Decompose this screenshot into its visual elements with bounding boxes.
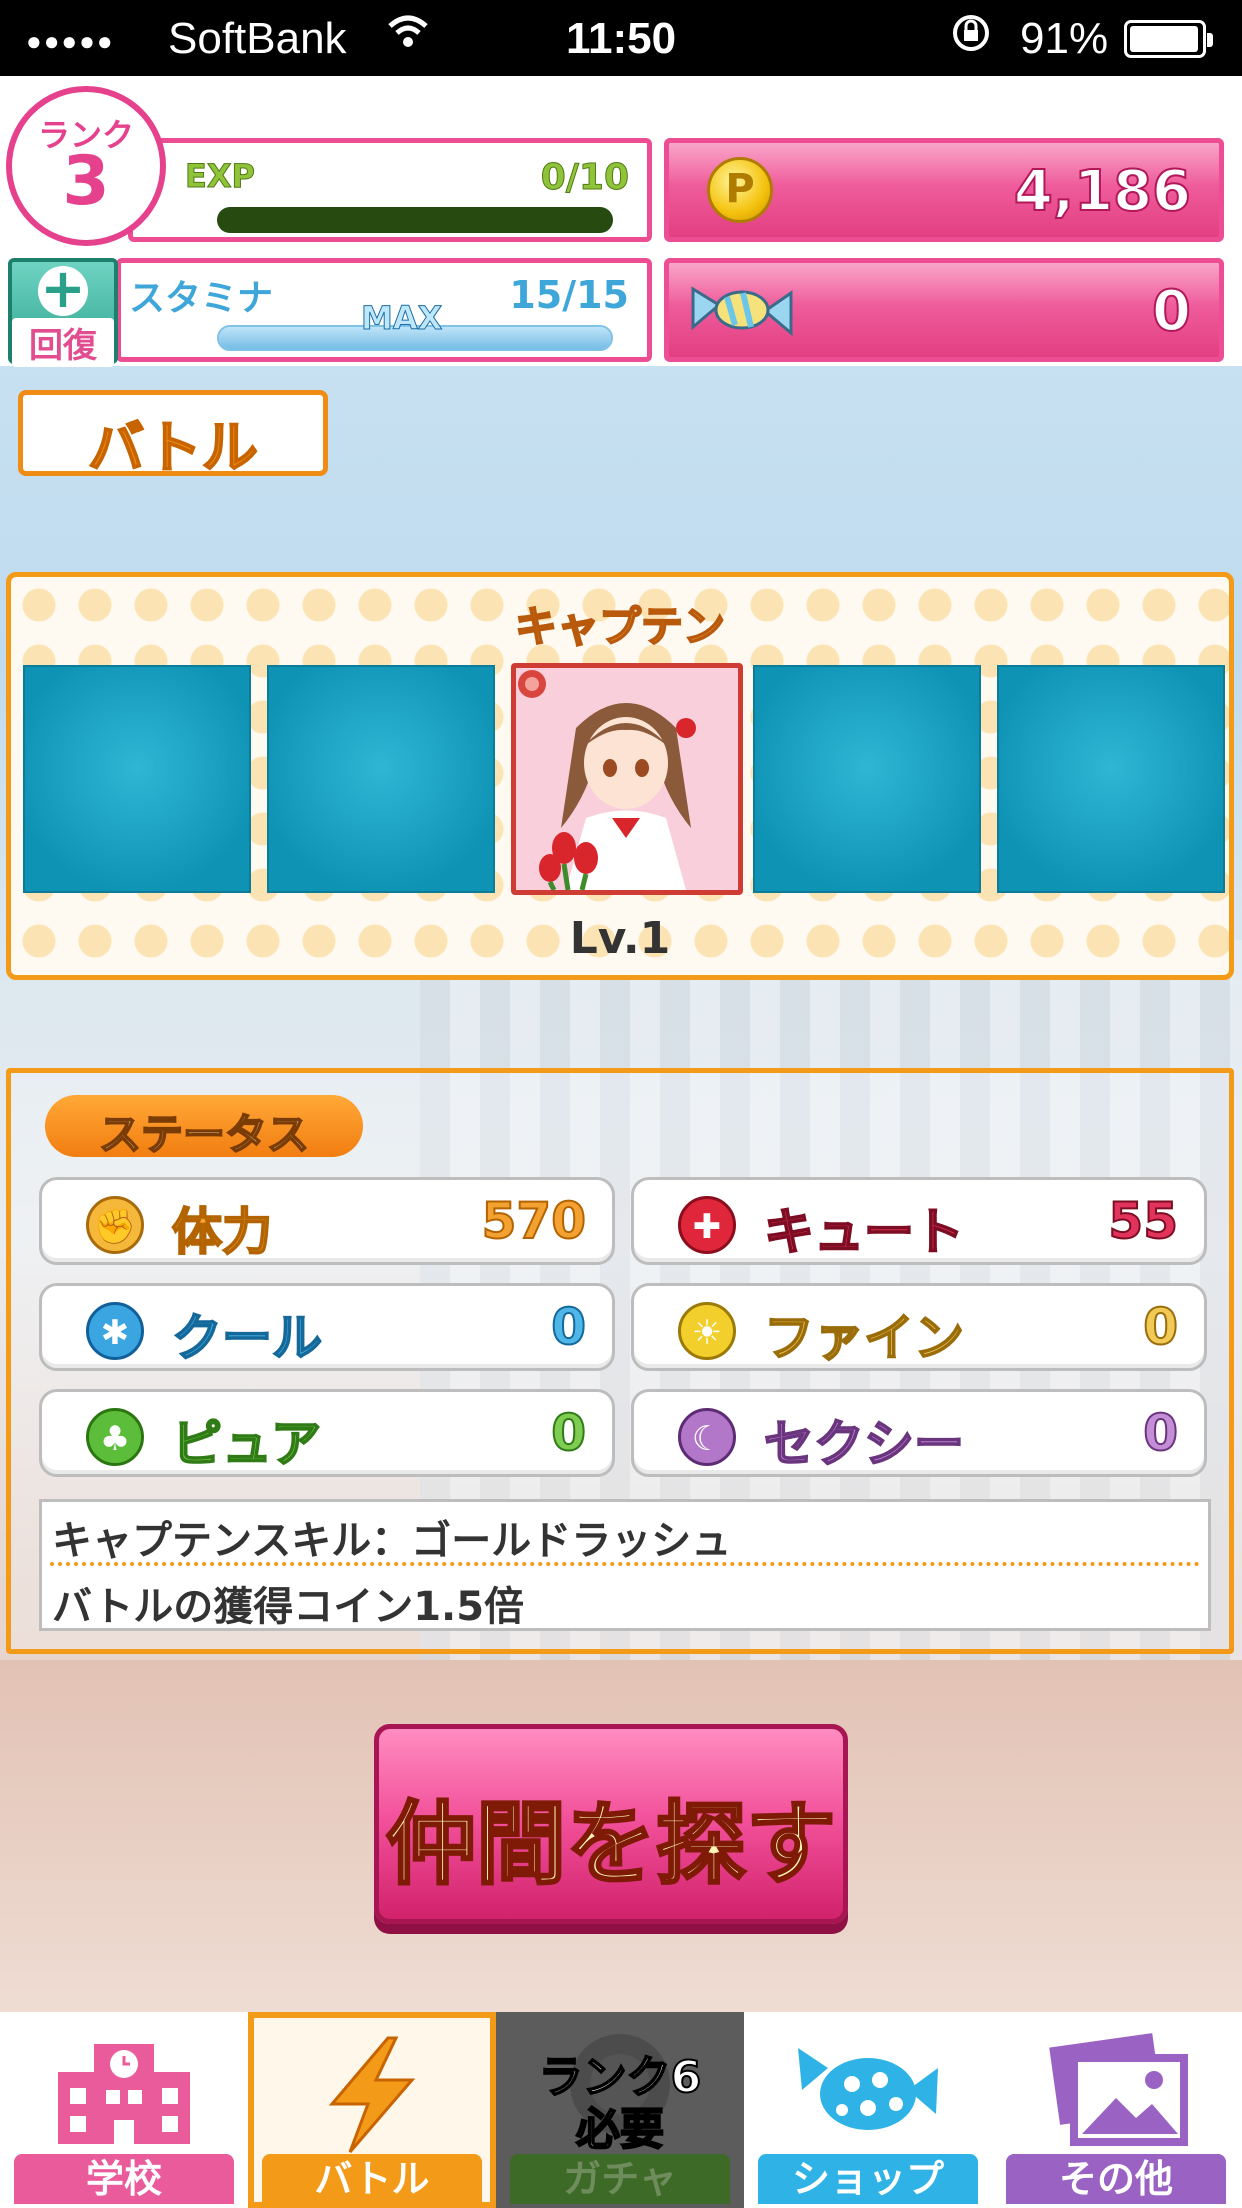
stat-sexy: ☾ セクシー 0 xyxy=(631,1389,1207,1477)
stat-name: 体力 xyxy=(171,1202,273,1262)
candy-shop-icon xyxy=(788,2028,948,2148)
battery-percent: 91% xyxy=(1020,14,1109,63)
stat-cool: ✱ クール 0 xyxy=(39,1283,615,1371)
clover-icon: ♣ xyxy=(86,1408,144,1466)
stat-value: 0 xyxy=(1142,1403,1179,1463)
nav-gacha[interactable]: ランク6 必要 ガチャ xyxy=(496,2012,744,2208)
stat-fine: ☀ ファイン 0 xyxy=(631,1283,1207,1371)
system-status-bar: ●●●●● SoftBank 11:50 91% xyxy=(0,0,1242,76)
exp-label: EXP xyxy=(185,157,256,196)
stat-hp: ✊ 体力 570 xyxy=(39,1177,615,1265)
team-slot-4[interactable] xyxy=(753,665,981,893)
captain-skill-description: バトルの獲得コイン1.5倍 xyxy=(52,1584,525,1630)
captain-portrait xyxy=(516,668,738,890)
lightning-icon xyxy=(292,2034,452,2154)
plus-icon: + xyxy=(38,262,88,316)
stat-name: ピュア xyxy=(171,1414,322,1474)
stat-value: 55 xyxy=(1107,1191,1179,1251)
nav-other[interactable]: その他 xyxy=(992,2012,1242,2208)
nav-battle-label: バトル xyxy=(262,2154,482,2204)
stamina-recover-button[interactable]: + 回復 xyxy=(8,258,118,367)
nav-other-label: その他 xyxy=(1006,2154,1226,2204)
moon-icon: ☾ xyxy=(678,1408,736,1466)
find-companions-button[interactable]: 仲間を探す xyxy=(374,1724,848,1924)
fist-icon: ✊ xyxy=(86,1196,144,1254)
battery-icon xyxy=(1124,20,1213,58)
page-title: バトル xyxy=(87,415,259,482)
stamina-label: スタミナ xyxy=(129,278,274,319)
nav-shop-label: ショップ xyxy=(758,2154,978,2204)
sun-icon: ☀ xyxy=(678,1302,736,1360)
rotation-lock-icon xyxy=(950,12,992,64)
stat-name: ファイン xyxy=(763,1308,965,1368)
coin-icon: P xyxy=(707,157,773,223)
stat-value: 0 xyxy=(550,1297,587,1357)
stat-value: 0 xyxy=(550,1403,587,1463)
exp-progress-bar xyxy=(217,207,613,233)
exp-panel: EXP 0/10 xyxy=(128,138,652,242)
stamina-value: 15/15 xyxy=(509,273,629,317)
coin-panel: P 4,186 xyxy=(664,138,1224,242)
dotted-divider xyxy=(50,1562,1200,1566)
rank-badge: ランク 3 xyxy=(6,86,166,246)
cute-icon: ✚ xyxy=(678,1196,736,1254)
candy-icon xyxy=(687,275,797,345)
team-panel: キャプテン Lv.1 xyxy=(6,572,1234,980)
candy-value: 0 xyxy=(1151,278,1192,345)
status-tab-label: ステータス xyxy=(98,1109,310,1160)
stat-value: 0 xyxy=(1142,1297,1179,1357)
captain-card[interactable] xyxy=(511,663,743,895)
team-slot-5[interactable] xyxy=(997,665,1225,893)
page-title-box: バトル xyxy=(18,390,328,482)
status-tab: ステータス xyxy=(45,1095,363,1160)
team-slot-2[interactable] xyxy=(267,665,495,893)
rank-value: 3 xyxy=(62,142,110,221)
captain-skill-box: キャプテンスキル：ゴールドラッシュ バトルの獲得コイン1.5倍 xyxy=(39,1499,1211,1631)
stat-name: キュート xyxy=(763,1202,965,1262)
gacha-lock-line-2: 必要 xyxy=(575,2103,665,2156)
nav-shop[interactable]: ショップ xyxy=(744,2012,992,2208)
stamina-max-badge: MAX xyxy=(360,299,443,338)
gacha-lock-line-1: ランク6 xyxy=(538,2051,703,2104)
captain-skill-title: キャプテンスキル：ゴールドラッシュ xyxy=(52,1518,732,1564)
nav-school-label: 学校 xyxy=(14,2154,234,2204)
stat-value: 570 xyxy=(481,1191,587,1251)
stamina-panel: スタミナ 15/15 MAX xyxy=(116,258,652,362)
coin-value: 4,186 xyxy=(1013,158,1192,225)
team-slot-1[interactable] xyxy=(23,665,251,893)
stat-cute: ✚ キュート 55 xyxy=(631,1177,1207,1265)
nav-school[interactable]: 学校 xyxy=(0,2012,248,2208)
school-icon xyxy=(44,2028,204,2148)
stat-name: クール xyxy=(171,1308,323,1368)
stat-name: セクシー xyxy=(763,1414,965,1474)
bottom-navigation: 学校 バトル ランク6 必要 ガチャ ショップ その他 xyxy=(0,2012,1242,2208)
photos-icon xyxy=(1036,2028,1196,2148)
cool-icon: ✱ xyxy=(86,1302,144,1360)
status-panel: ステータス ✊ 体力 570 ✚ キュート 55 ✱ クール 0 ☀ ファイン … xyxy=(6,1068,1234,1654)
candy-panel: 0 xyxy=(664,258,1224,362)
nav-gacha-label: ガチャ xyxy=(510,2154,730,2204)
find-companions-label: 仲間を探す xyxy=(385,1791,838,1899)
exp-value: 0/10 xyxy=(540,157,629,199)
nav-battle[interactable]: バトル xyxy=(248,2012,496,2208)
captain-level: Lv.1 xyxy=(569,913,671,964)
gacha-lock-text: ランク6 必要 xyxy=(496,2051,744,2156)
stat-pure: ♣ ピュア 0 xyxy=(39,1389,615,1477)
captain-label: キャプテン xyxy=(514,601,726,652)
recover-label: 回復 xyxy=(12,318,114,367)
